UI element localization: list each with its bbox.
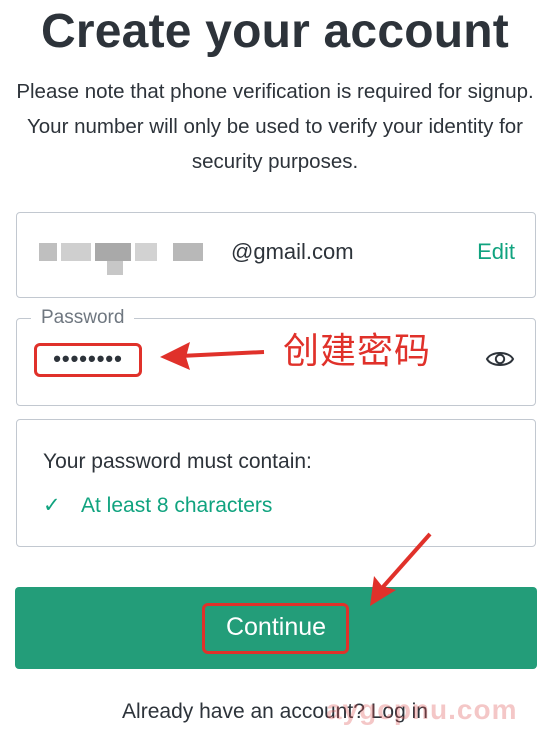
- password-label: Password: [31, 304, 135, 332]
- annotation-arrow-down: [370, 532, 432, 606]
- edit-email-link[interactable]: Edit: [477, 239, 515, 265]
- email-domain: @gmail.com: [231, 239, 354, 264]
- annotation-create-password: 创建密码: [283, 330, 432, 371]
- requirement-item: ✓ At least 8 characters: [43, 493, 272, 518]
- watermark: aygcpnu.com: [326, 694, 518, 725]
- password-requirements: Your password must contain: ✓ At least 8 …: [16, 419, 536, 547]
- password-field[interactable]: Password ••••••••: [16, 304, 536, 406]
- signup-page: Create your account Please note that pho…: [0, 0, 550, 736]
- check-icon: ✓: [43, 494, 61, 517]
- requirement-label: At least 8 characters: [81, 494, 273, 517]
- annotation-arrow-left: [160, 342, 265, 370]
- eye-icon[interactable]: [485, 347, 515, 371]
- continue-button[interactable]: Continue: [15, 587, 537, 669]
- email-field: @gmail.com Edit: [16, 212, 536, 298]
- page-subtitle: Please note that phone verification is r…: [16, 80, 534, 173]
- continue-label: Continue: [225, 613, 327, 641]
- password-input[interactable]: ••••••••: [34, 343, 142, 377]
- requirements-title: Your password must contain:: [43, 450, 312, 473]
- page-title: Create your account: [41, 5, 509, 58]
